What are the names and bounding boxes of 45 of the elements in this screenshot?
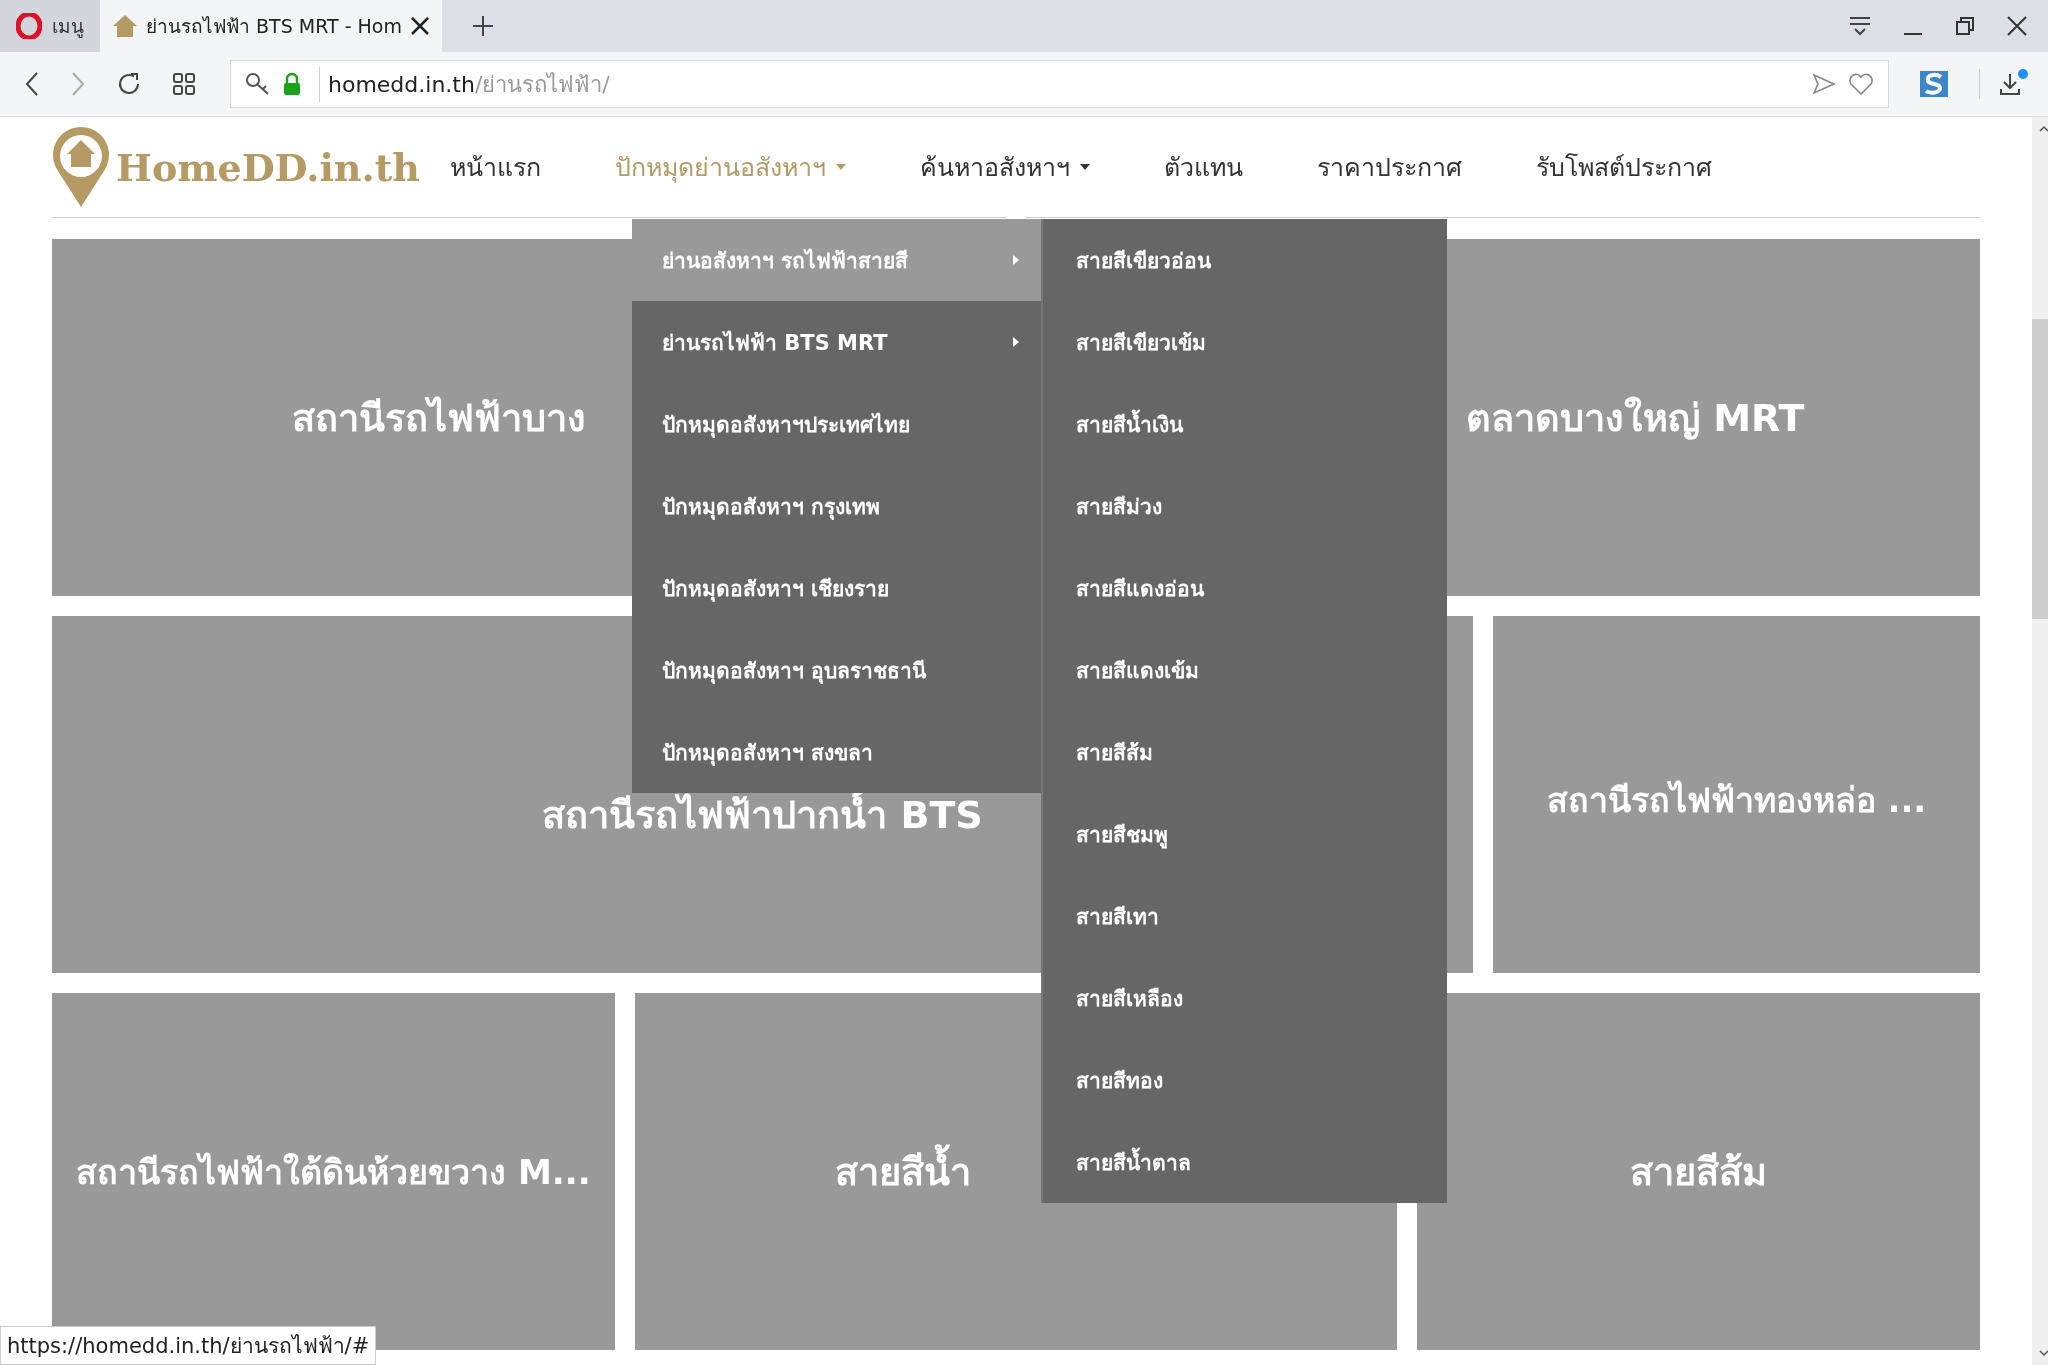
menu-item[interactable]: สายสีน้ำตาล (1043, 1121, 1447, 1203)
menu-item[interactable]: สายสีเขียวเข้ม (1043, 301, 1447, 383)
speed-dial-icon[interactable] (172, 72, 196, 96)
heart-icon[interactable] (1848, 72, 1874, 96)
menu-item[interactable]: สายสีส้ม (1043, 711, 1447, 793)
nav-link[interactable]: ค้นหาอสังหาฯ (920, 147, 1090, 187)
tab-title: ย่านรถไฟฟ้า BTS MRT - Hom (146, 14, 402, 39)
menu-item[interactable]: สายสีแดงเข้ม (1043, 629, 1447, 711)
submenu-arrow-icon (1013, 255, 1019, 265)
caret-icon (1080, 164, 1090, 170)
submenu-arrow-icon (1013, 337, 1019, 347)
status-url: https://homedd.in.th/ย่านรถไฟฟ้า/# (0, 1326, 377, 1365)
tab-menu-icon[interactable] (1848, 15, 1872, 37)
opera-logo-icon (16, 13, 42, 39)
menu-item[interactable]: สายสีแดงอ่อน (1043, 547, 1447, 629)
address-field[interactable]: homedd.in.th/ย่านรถไฟฟ้า/ (230, 60, 1889, 108)
menu-item[interactable]: สายสีทอง (1043, 1039, 1447, 1121)
location-pin-icon (50, 125, 112, 209)
close-icon[interactable] (409, 16, 430, 36)
menu-item[interactable]: สายสีเขียวอ่อน (1043, 219, 1447, 301)
nav-link[interactable]: ตัวแทน (1164, 147, 1243, 187)
new-tab-icon[interactable] (471, 15, 494, 37)
browser-tab[interactable]: ย่านรถไฟฟ้า BTS MRT - Hom (100, 0, 442, 52)
house-icon (112, 14, 138, 38)
extension-icon[interactable] (1919, 70, 1949, 98)
menu-item[interactable]: สายสีน้ำเงิน (1043, 383, 1447, 465)
menu-item[interactable]: สายสีชมพู (1043, 793, 1447, 875)
caret-icon (836, 164, 846, 170)
lock-icon (283, 72, 301, 96)
send-icon[interactable] (1812, 73, 1836, 95)
url-text: homedd.in.th/ย่านรถไฟฟ้า/ (319, 66, 610, 102)
scroll-up-icon[interactable] (2039, 125, 2048, 133)
reload-icon[interactable] (116, 71, 142, 97)
key-icon (245, 72, 271, 96)
nav-link[interactable]: รับโพสต์ประกาศ (1536, 147, 1712, 187)
nav-link[interactable]: ราคาประกาศ (1317, 147, 1462, 187)
browser-menu-button[interactable]: เมนู (0, 0, 100, 52)
close-window-icon[interactable] (2006, 15, 2028, 37)
restore-icon[interactable] (1954, 15, 1976, 37)
menu-item[interactable]: สายสีม่วง (1043, 465, 1447, 547)
back-icon[interactable] (24, 71, 40, 97)
nav-link[interactable]: หน้าแรก (450, 147, 541, 187)
menu-item[interactable]: สายสีเทา (1043, 875, 1447, 957)
scroll-down-icon[interactable] (2039, 1349, 2048, 1357)
menu-item[interactable]: สายสีเหลือง (1043, 957, 1447, 1039)
